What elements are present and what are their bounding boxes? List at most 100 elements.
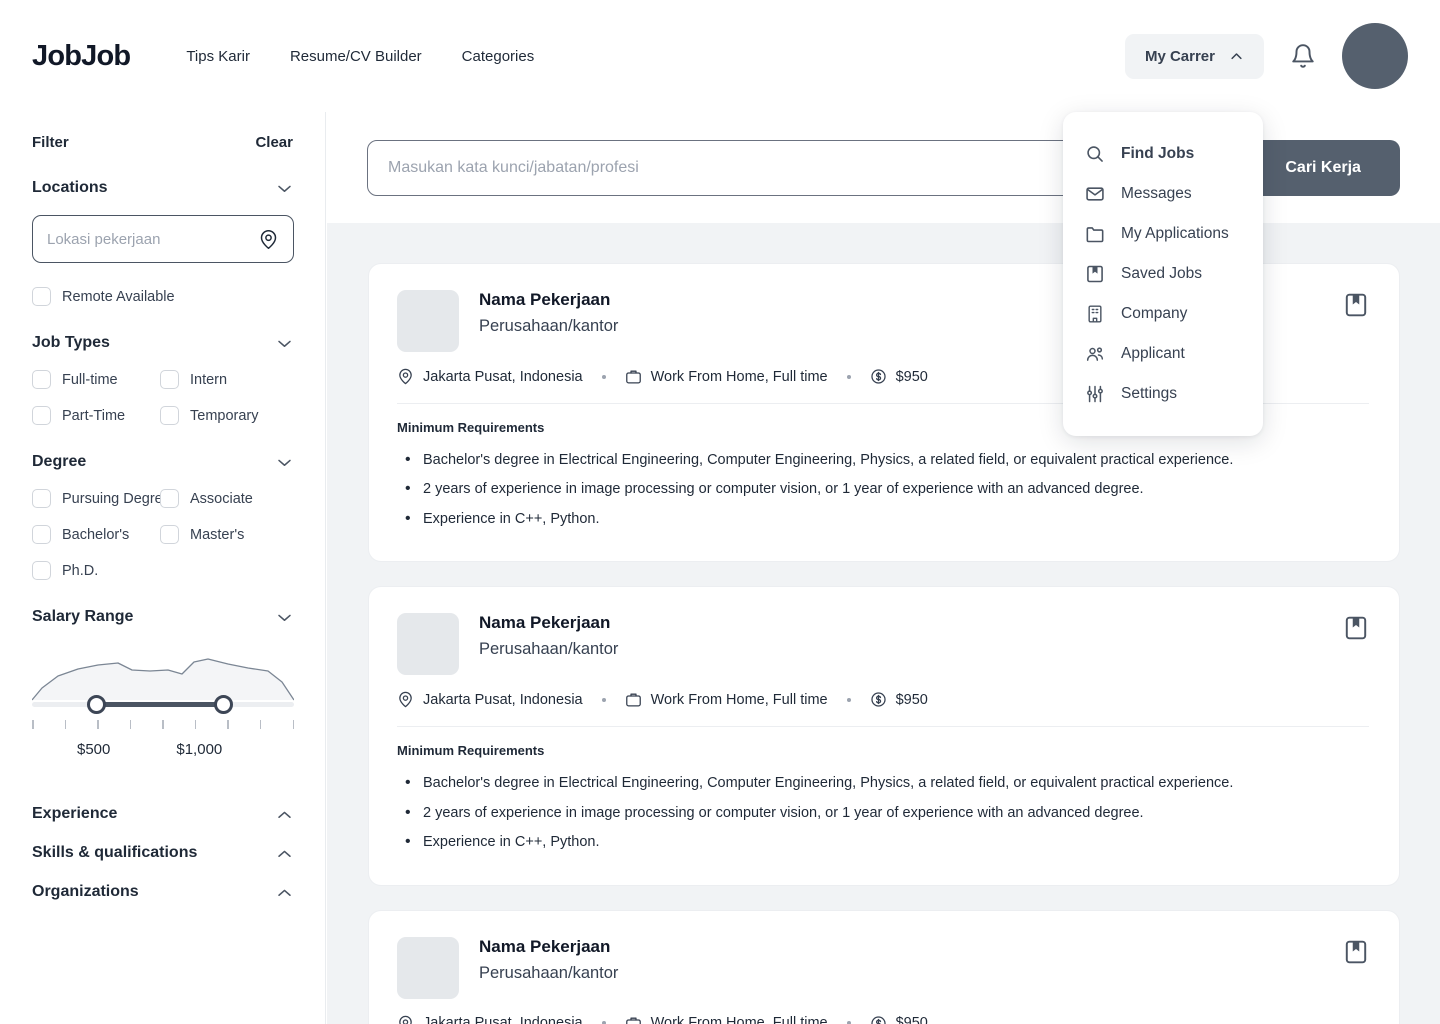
section-title-organizations: Organizations <box>32 883 139 900</box>
job-types-row-2: Part-Time Temporary <box>32 406 293 425</box>
requirement-item: Experience in C++, Python. <box>397 830 1369 855</box>
checkbox-associate[interactable]: Associate <box>160 489 253 508</box>
section-header-locations[interactable]: Locations <box>32 179 293 197</box>
bell-icon[interactable] <box>1290 43 1316 69</box>
section-header-degree[interactable]: Degree <box>32 453 293 471</box>
tick-mark <box>129 720 132 729</box>
section-header-salary-range[interactable]: Salary Range <box>32 608 293 626</box>
company-logo-placeholder <box>397 290 459 352</box>
salary-min-label: $500 <box>77 741 111 758</box>
slider-track-fill <box>95 702 223 707</box>
checkbox-pursuing-degree[interactable]: Pursuing Degree <box>32 489 171 508</box>
section-title-experience: Experience <box>32 805 118 822</box>
job-location: Jakarta Pusat, Indonesia <box>397 1015 583 1024</box>
checkbox-box[interactable] <box>32 370 51 389</box>
requirement-item: Experience in C++, Python. <box>397 507 1369 532</box>
job-card-header: Nama Pekerjaan Perusahaan/kantor <box>397 936 1369 999</box>
salary-slider-track[interactable] <box>32 695 294 714</box>
salary-range-control: $500 $1,000 <box>31 644 295 758</box>
menu-item-messages[interactable]: Messages <box>1063 174 1263 214</box>
location-input[interactable] <box>47 230 258 248</box>
checkbox-box[interactable] <box>160 525 179 544</box>
checkbox-box[interactable] <box>32 525 51 544</box>
job-meta-row: Jakarta Pusat, Indonesia Work From Home,… <box>397 1015 1369 1024</box>
my-carrer-dropdown-menu[interactable]: Find Jobs Messages My Applications Saved… <box>1063 112 1263 436</box>
app-logo[interactable]: JobJob <box>32 40 131 73</box>
job-results-list[interactable]: Nama Pekerjaan Perusahaan/kantor Jakarta… <box>327 223 1440 1024</box>
search-submit-button[interactable]: Cari Kerja <box>1246 139 1400 196</box>
menu-item-applicant[interactable]: Applicant <box>1063 334 1263 374</box>
slider-handle-max[interactable] <box>214 695 233 714</box>
job-title: Nama Pekerjaan <box>479 613 611 633</box>
checkbox-label: Ph.D. <box>62 562 99 579</box>
menu-item-company[interactable]: Company <box>1063 294 1263 334</box>
checkbox-bachelors[interactable]: Bachelor's <box>32 525 160 544</box>
checkbox-box[interactable] <box>160 489 179 508</box>
tick-mark <box>227 720 229 729</box>
avatar[interactable] <box>1342 23 1408 89</box>
checkbox-box[interactable] <box>32 561 51 580</box>
job-card[interactable]: Nama Pekerjaan Perusahaan/kantor Jakarta… <box>368 909 1400 1024</box>
menu-item-label: Company <box>1121 305 1188 322</box>
tick-mark <box>97 720 99 729</box>
meta-separator-dot <box>601 697 606 702</box>
job-work-type-text: Work From Home, Full time <box>650 368 828 385</box>
slider-handle-min[interactable] <box>87 695 106 714</box>
folder-icon <box>1086 227 1104 243</box>
clear-filters-button[interactable]: Clear <box>255 134 293 151</box>
chevron-down-icon <box>278 459 291 466</box>
job-search-page: JobJob Tips Karir Resume/CV Builder Cate… <box>0 0 1440 1024</box>
checkbox-box[interactable] <box>160 406 179 425</box>
checkbox-intern[interactable]: Intern <box>160 370 227 389</box>
checkbox-box[interactable] <box>32 287 51 306</box>
chevron-up-icon <box>278 889 291 896</box>
menu-item-saved-jobs[interactable]: Saved Jobs <box>1063 254 1263 294</box>
menu-item-find-jobs[interactable]: Find Jobs <box>1063 134 1263 174</box>
checkbox-box[interactable] <box>32 406 51 425</box>
tick-mark <box>64 720 67 729</box>
menu-item-label: Messages <box>1121 185 1192 202</box>
checkbox-masters[interactable]: Master's <box>160 525 244 544</box>
nav-categories[interactable]: Categories <box>462 48 535 65</box>
section-header-organizations[interactable]: Organizations <box>32 862 293 901</box>
section-header-skills-qualifications[interactable]: Skills & qualifications <box>32 823 293 862</box>
menu-item-my-applications[interactable]: My Applications <box>1063 214 1263 254</box>
tick-mark <box>32 720 34 729</box>
job-card[interactable]: Nama Pekerjaan Perusahaan/kantor Jakarta… <box>368 586 1400 886</box>
checkbox-box[interactable] <box>32 489 51 508</box>
tick-mark <box>259 720 262 729</box>
bookmark-icon[interactable] <box>1343 939 1369 965</box>
bookmark-icon[interactable] <box>1343 615 1369 641</box>
dollar-circle-icon <box>870 369 886 384</box>
requirement-item: Bachelor's degree in Electrical Engineer… <box>397 448 1369 473</box>
section-header-experience[interactable]: Experience <box>32 784 293 823</box>
section-title-salary-range: Salary Range <box>32 608 134 625</box>
job-salary-text: $950 <box>895 368 928 385</box>
menu-item-settings[interactable]: Settings <box>1063 374 1263 414</box>
checkbox-phd[interactable]: Ph.D. <box>32 561 160 580</box>
salary-ticks <box>32 720 294 731</box>
users-icon <box>1086 347 1104 361</box>
checkbox-remote-available[interactable]: Remote Available <box>32 287 175 306</box>
job-card-titles: Nama Pekerjaan Perusahaan/kantor <box>479 290 618 336</box>
checkbox-temporary[interactable]: Temporary <box>160 406 259 425</box>
checkbox-box[interactable] <box>160 370 179 389</box>
checkbox-full-time[interactable]: Full-time <box>32 370 160 389</box>
my-carrer-button[interactable]: My Carrer <box>1124 33 1264 79</box>
menu-item-label: Applicant <box>1121 345 1185 362</box>
job-card-header: Nama Pekerjaan Perusahaan/kantor <box>397 613 1369 676</box>
chevron-down-icon <box>278 185 291 192</box>
section-header-job-types[interactable]: Job Types <box>32 334 293 352</box>
location-input-wrapper[interactable] <box>32 215 294 263</box>
nav-resume-cv-builder[interactable]: Resume/CV Builder <box>290 48 422 65</box>
checkbox-part-time[interactable]: Part-Time <box>32 406 160 425</box>
degree-row-1: Pursuing Degree Associate <box>32 489 293 508</box>
search-bar: Cari Kerja <box>327 112 1440 223</box>
nav-tips-karir[interactable]: Tips Karir <box>186 48 250 65</box>
menu-item-label: My Applications <box>1121 225 1229 242</box>
requirements-list: Bachelor's degree in Electrical Engineer… <box>397 771 1369 855</box>
dollar-circle-icon <box>870 692 886 708</box>
bookmark-icon[interactable] <box>1343 292 1369 318</box>
meta-separator-dot <box>846 374 851 379</box>
map-pin-icon[interactable] <box>258 229 279 250</box>
